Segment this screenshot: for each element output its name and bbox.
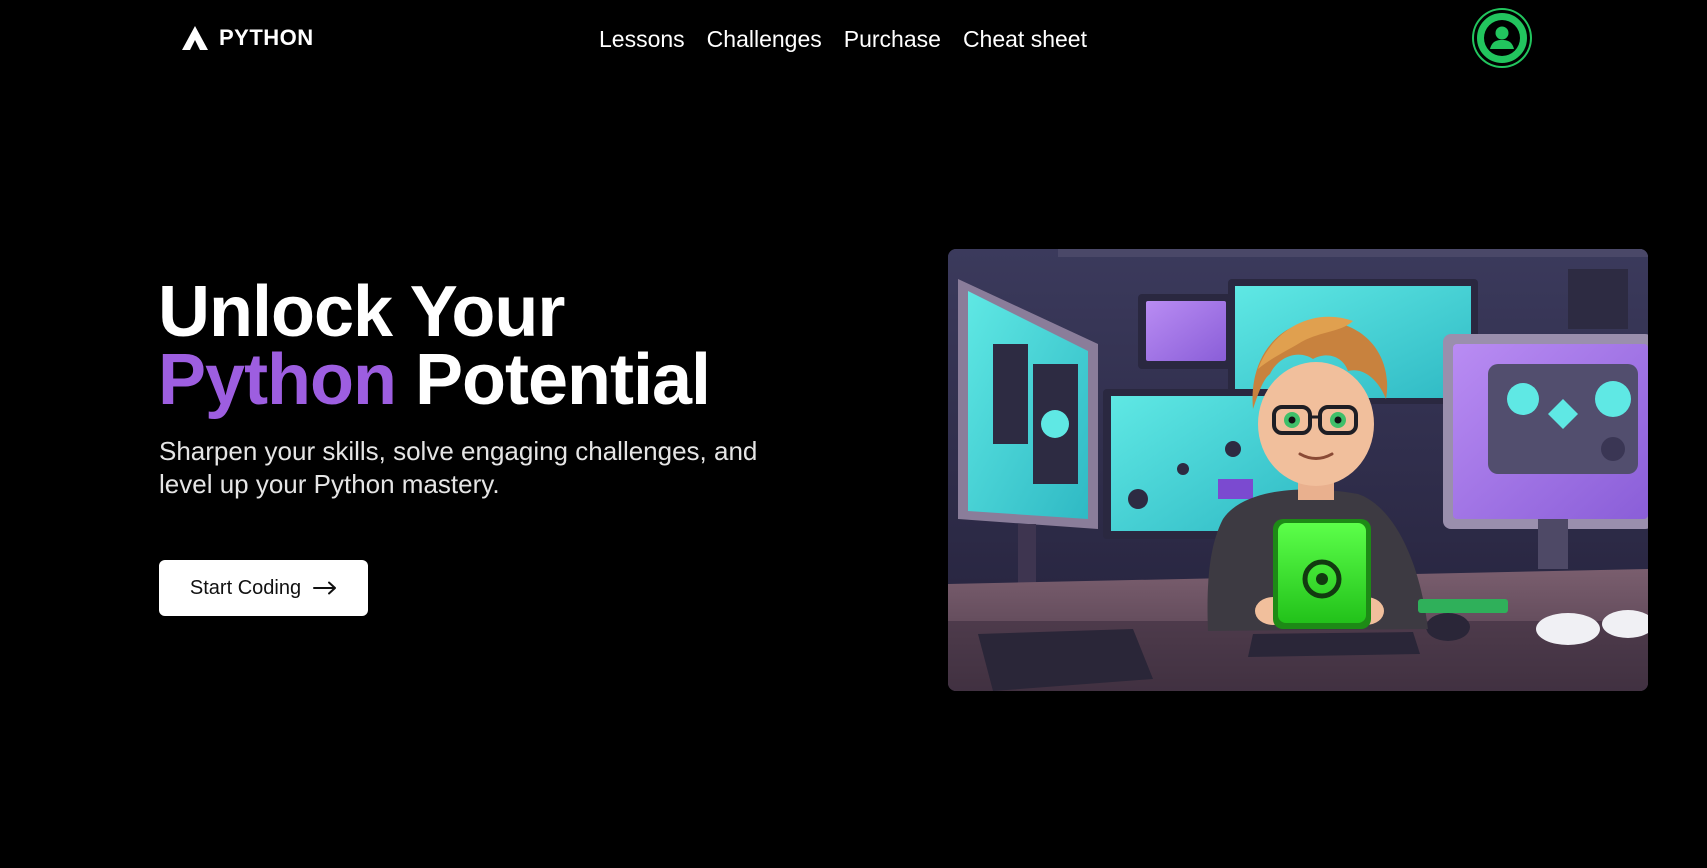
hero-subtitle: Sharpen your skills, solve engaging chal… — [159, 436, 758, 499]
triangle-logo-icon — [182, 26, 208, 50]
hero-illustration — [948, 249, 1648, 691]
arrow-right-icon — [313, 581, 337, 595]
nav-link-purchase[interactable]: Purchase — [844, 26, 941, 53]
start-coding-button[interactable]: Start Coding — [159, 560, 368, 616]
hero-title-line-1: Unlock Your — [158, 272, 565, 352]
user-icon — [1484, 20, 1520, 56]
hero-title-accent: Python — [158, 340, 397, 420]
user-avatar-button[interactable] — [1474, 10, 1530, 66]
start-coding-label: Start Coding — [189, 576, 302, 599]
main-nav: Lessons Challenges Purchase Cheat sheet — [599, 22, 1087, 56]
nav-link-cheat-sheet[interactable]: Cheat sheet — [963, 26, 1087, 53]
navbar: PYTHON Lessons Challenges Purchase Cheat… — [0, 0, 1707, 78]
nav-link-challenges[interactable]: Challenges — [707, 26, 822, 53]
hero-title-line-2: Python Potential — [158, 344, 711, 416]
brand-logo[interactable]: PYTHON — [181, 22, 314, 54]
programmer-illustration — [948, 249, 1648, 691]
brand-name: PYTHON — [219, 25, 314, 50]
hero-title-rest: Potential — [415, 340, 711, 420]
hero-title: Unlock Your Python Potential — [158, 272, 711, 416]
nav-link-lessons[interactable]: Lessons — [599, 26, 685, 53]
